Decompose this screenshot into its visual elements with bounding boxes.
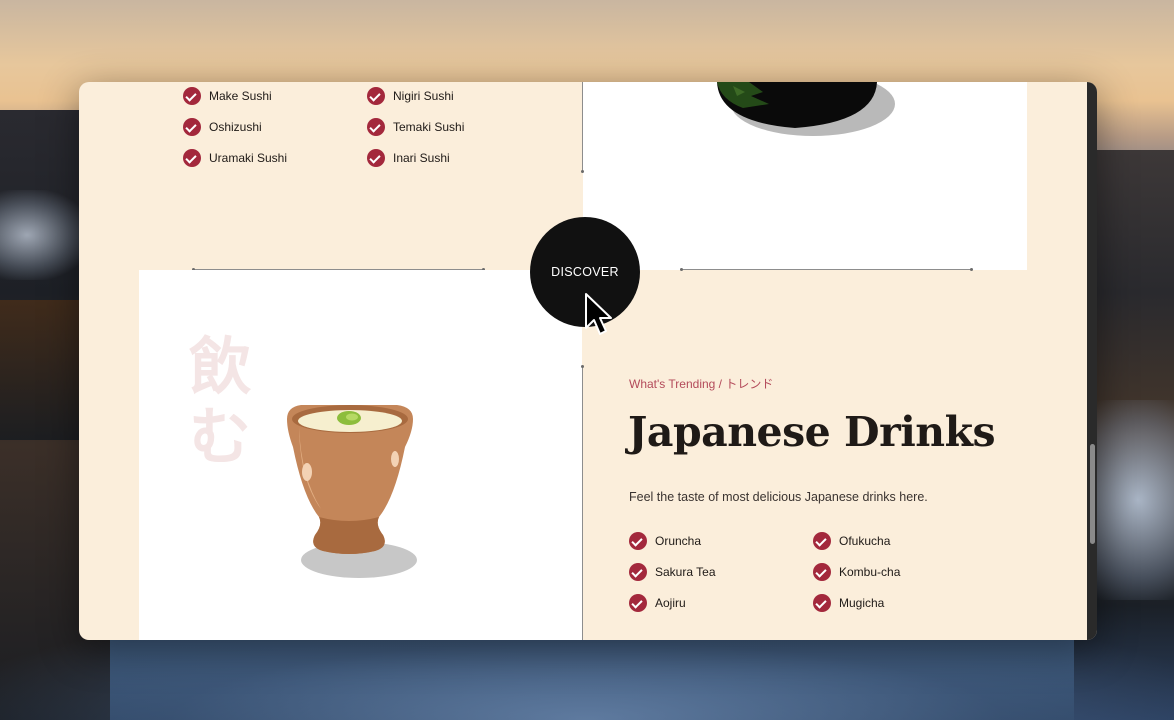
divider-dot xyxy=(581,170,584,173)
list-item-label: Sakura Tea xyxy=(655,565,716,579)
divider-dot xyxy=(680,268,683,271)
list-item-label: Temaki Sushi xyxy=(393,120,465,134)
divider-line xyxy=(582,366,583,640)
list-item-label: Make Sushi xyxy=(209,89,272,103)
list-item-label: Nigiri Sushi xyxy=(393,89,454,103)
list-item: Inari Sushi xyxy=(367,148,551,168)
list-item-label: Kombu-cha xyxy=(839,565,901,579)
drinks-list: Oruncha Ofukucha Sakura Tea Kombu-cha Ao… xyxy=(629,531,997,613)
divider-dot xyxy=(970,268,973,271)
divider-line xyxy=(582,82,583,172)
check-circle-icon xyxy=(813,594,831,612)
section-title: Japanese Drinks xyxy=(628,408,996,456)
divider-line xyxy=(682,269,972,270)
list-item: Temaki Sushi xyxy=(367,117,551,137)
list-item: Sakura Tea xyxy=(629,562,813,582)
list-item: Uramaki Sushi xyxy=(183,148,367,168)
list-item-label: Uramaki Sushi xyxy=(209,151,288,165)
scrollbar-track[interactable] xyxy=(1087,82,1097,640)
list-item: Oshizushi xyxy=(183,117,367,137)
check-circle-icon xyxy=(629,594,647,612)
list-item-label: Aojiru xyxy=(655,596,686,610)
wallpaper-mist-left xyxy=(0,190,90,280)
food-image-panel xyxy=(583,82,1027,270)
mouse-pointer-icon xyxy=(585,293,612,335)
list-item-label: Ofukucha xyxy=(839,534,891,548)
kanji-watermark: 飲む xyxy=(189,330,252,473)
check-circle-icon xyxy=(367,118,385,136)
list-item-label: Oruncha xyxy=(655,534,702,548)
section-eyebrow: What's Trending / トレンド xyxy=(629,377,774,391)
check-circle-icon xyxy=(367,149,385,167)
wallpaper-trees-left xyxy=(0,300,80,440)
section-subtitle: Feel the taste of most delicious Japanes… xyxy=(629,490,928,504)
check-circle-icon xyxy=(813,532,831,550)
list-item: Kombu-cha xyxy=(813,562,997,582)
list-item-label: Inari Sushi xyxy=(393,151,450,165)
check-circle-icon xyxy=(813,563,831,581)
list-item: Aojiru xyxy=(629,593,813,613)
list-item: Make Sushi xyxy=(183,86,367,106)
scrollbar-thumb[interactable] xyxy=(1090,444,1095,544)
list-item-label: Mugicha xyxy=(839,596,885,610)
check-circle-icon xyxy=(629,532,647,550)
check-circle-icon xyxy=(183,149,201,167)
check-circle-icon xyxy=(629,563,647,581)
browser-window: Make Sushi Nigiri Sushi Oshizushi Temaki… xyxy=(79,82,1097,640)
list-item: Oruncha xyxy=(629,531,813,551)
list-item-label: Oshizushi xyxy=(209,120,262,134)
divider-dot xyxy=(581,365,584,368)
tea-cup-illustration xyxy=(287,405,417,578)
bowl-illustration xyxy=(717,82,895,136)
list-item: Mugicha xyxy=(813,593,997,613)
check-circle-icon xyxy=(183,118,201,136)
list-item: Ofukucha xyxy=(813,531,997,551)
check-circle-icon xyxy=(183,87,201,105)
check-circle-icon xyxy=(367,87,385,105)
list-item: Nigiri Sushi xyxy=(367,86,551,106)
sushi-list: Make Sushi Nigiri Sushi Oshizushi Temaki… xyxy=(183,86,551,168)
